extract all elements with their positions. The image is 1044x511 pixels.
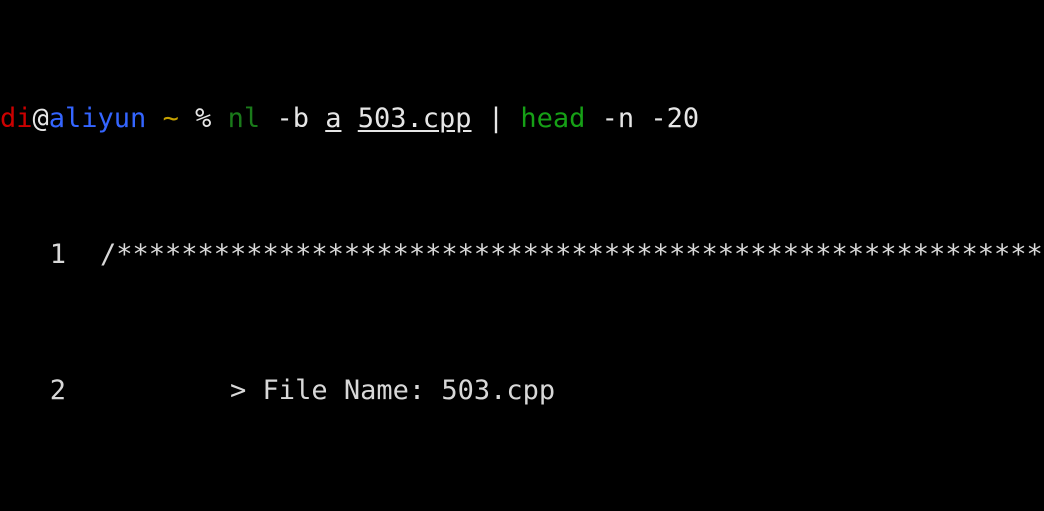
output-line: 2 > File Name: 503.cpp	[0, 374, 1044, 408]
command-filename: 503.cpp	[357, 103, 472, 134]
prompt-user: di	[0, 103, 33, 134]
command-space-6	[585, 103, 601, 134]
line-number: 1	[49, 239, 66, 270]
line-content: > File Name: 503.cpp	[100, 375, 556, 406]
prompt-symbol: %	[195, 103, 212, 134]
prompt-space-3	[211, 103, 227, 134]
gutter-gap	[66, 374, 100, 408]
command-space-4	[472, 103, 488, 134]
command-space-1	[260, 103, 276, 134]
command-space-7	[634, 103, 650, 134]
command-flag-n: -n	[601, 103, 635, 134]
line-number: 2	[49, 375, 66, 406]
prompt-at-symbol: @	[32, 103, 49, 134]
prompt-space-2	[179, 103, 195, 134]
command-space-5	[504, 103, 520, 134]
prompt-host: aliyun	[48, 103, 147, 134]
command-nl: nl	[227, 103, 261, 134]
command-flag-b: -b	[276, 103, 309, 134]
line-content: /***************************************…	[100, 239, 1044, 270]
terminal-window[interactable]: di@aliyun ~ % nl -b a 503.cpp | head -n …	[0, 0, 1044, 511]
command-space-3	[341, 103, 357, 134]
command-flag-b-value: a	[325, 103, 342, 134]
prompt-space-1	[146, 103, 162, 134]
command-space-2	[309, 103, 325, 134]
command-pipe: |	[487, 103, 505, 134]
command-flag-n-value: -20	[650, 103, 700, 134]
prompt-path: ~	[162, 103, 179, 134]
command-head: head	[520, 103, 586, 134]
gutter-gap	[66, 238, 100, 272]
output-line: 1 /*************************************…	[0, 238, 1044, 272]
shell-prompt-line: di@aliyun ~ % nl -b a 503.cpp | head -n …	[0, 102, 1044, 136]
